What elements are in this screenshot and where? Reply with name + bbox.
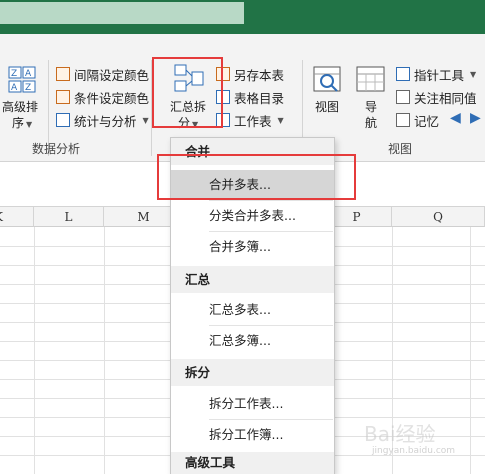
statistics-button[interactable]: 统计与分析 ▼ [56,110,149,130]
sort-az-icon: Z A A Z [8,66,36,93]
separator [151,60,152,156]
navigation-line1: 导 [365,100,378,114]
memory-label: 记忆 [414,113,440,129]
condition-color-button[interactable]: 条件设定颜色 [56,87,149,107]
save-sheet-label: 另存本表 [234,67,285,83]
focus-same-label: 关注相同值 [414,90,477,106]
pointer-tool-label: 指针工具 [414,67,465,83]
section-header-advanced: 高级工具 [171,452,334,474]
menu-item-merge-sheets[interactable]: 合并多表... [171,170,334,199]
menu-item-split-worksheet[interactable]: 拆分工作表... [171,389,334,418]
svg-text:Z: Z [11,69,17,79]
title-bar [0,0,485,34]
navigation-line2: 航 [365,116,378,130]
pointer-tool-button[interactable]: 指针工具 ▼ [396,64,476,84]
view-magnifier-icon [313,66,341,92]
chevron-down-icon: ▼ [26,120,33,129]
column-header-l[interactable]: L [34,207,104,227]
memory-button[interactable]: 记忆 [396,110,439,130]
section-header-summarize: 汇总 [171,266,334,293]
interval-color-label: 间隔设定颜色 [74,67,150,83]
table-directory-label: 表格目录 [234,90,285,106]
table-directory-button[interactable]: 表格目录 [216,87,284,107]
view-group-label: 视图 [388,142,413,156]
table-directory-icon [216,90,230,104]
title-area [0,2,244,24]
save-sheet-button[interactable]: 另存本表 [216,64,284,84]
worksheet-label: 工作表 [234,113,272,129]
navigation-button[interactable]: 导 航 [356,64,390,134]
summarize-split-dropdown: 合并 合并多表... 分类合并多表... 合并多簿... 汇总 汇总多表... … [170,137,335,474]
save-sheet-icon [216,67,230,81]
menu-item-category-merge[interactable]: 分类合并多表... [171,201,334,230]
svg-text:Z: Z [25,83,31,93]
advanced-sort-button[interactable]: Z A A Z 高级排 序 ▼ [2,64,44,134]
worksheet-icon [216,113,230,127]
column-header-q[interactable]: Q [392,207,485,227]
worksheet-button[interactable]: 工作表 ▼ [216,110,284,130]
memory-icon [396,113,410,127]
chevron-down-icon: ▼ [277,115,284,125]
sort-label-line1: 高级排 [2,100,39,114]
focus-same-icon [396,90,410,104]
column-header-k[interactable]: K [0,207,34,227]
summarize-split-icon [174,64,204,92]
summarize-split-line2: 分 ▼ [178,116,199,130]
focus-same-button[interactable]: 关注相同值 [396,87,477,107]
menu-item-summarize-sheets[interactable]: 汇总多表... [171,295,334,324]
arrow-left-icon[interactable]: ◀ [450,110,461,126]
navigation-icon [356,66,385,92]
watermark-url: jingyan.baidu.com [372,446,456,456]
svg-text:A: A [25,69,32,79]
chevron-down-icon: ▼ [142,115,149,125]
section-header-split: 拆分 [171,359,334,386]
section-header-merge: 合并 [171,138,334,165]
svg-text:A: A [11,83,18,93]
view-label: 视图 [315,100,340,114]
watermark-logo: Bai经验 [364,422,436,446]
condition-color-icon [56,90,70,104]
interval-color-icon [56,67,70,81]
summarize-split-button[interactable]: 汇总拆 分 ▼ [164,62,214,130]
chevron-down-icon: ▼ [192,120,199,129]
interval-color-button[interactable]: 间隔设定颜色 [56,64,149,84]
pointer-tool-icon [396,67,410,81]
condition-color-label: 条件设定颜色 [74,90,150,106]
menu-item-summarize-workbooks[interactable]: 汇总多簿... [171,326,334,355]
menu-item-merge-workbooks[interactable]: 合并多簿... [171,232,334,261]
chevron-down-icon: ▼ [470,69,477,79]
sort-label-line2: 序 ▼ [12,116,33,130]
arrow-right-icon[interactable]: ▶ [470,110,481,126]
summarize-split-line1: 汇总拆 [170,100,207,114]
statistics-label: 统计与分析 [74,113,137,129]
data-analysis-group-label: 数据分析 [32,142,81,156]
menu-item-split-workbook[interactable]: 拆分工作簿... [171,420,334,449]
view-button[interactable]: 视图 [310,64,346,114]
statistics-icon [56,113,70,127]
